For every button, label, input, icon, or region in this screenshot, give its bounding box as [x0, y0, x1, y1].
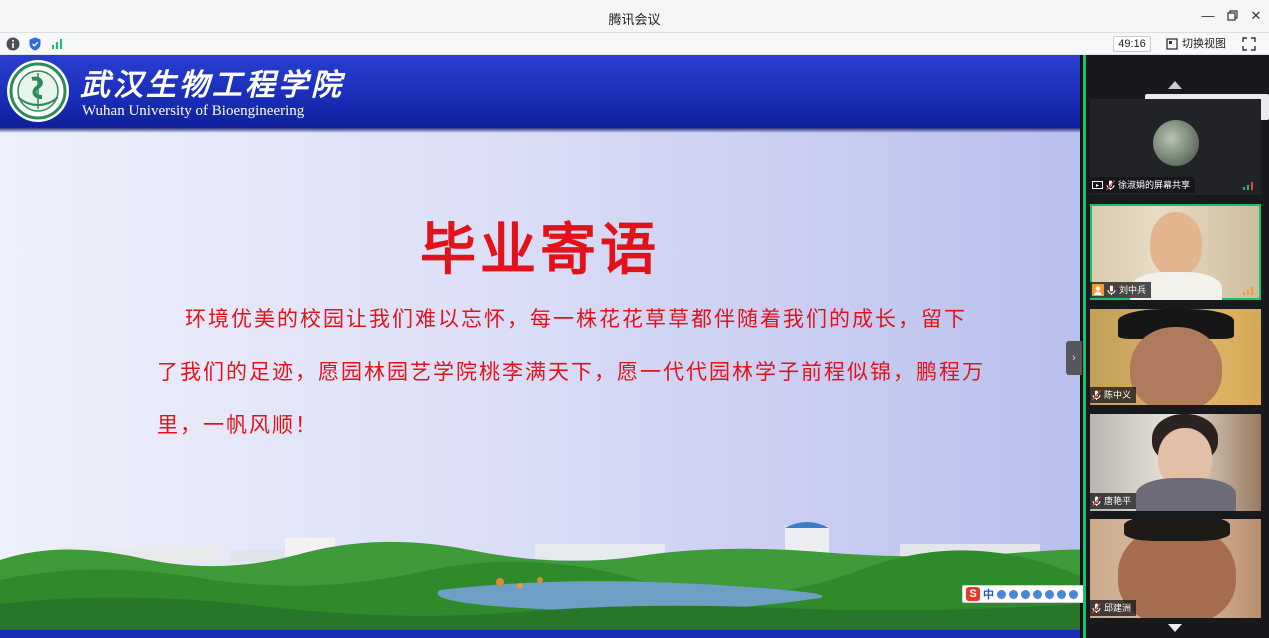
- participant-tile-tang-yanping[interactable]: 唐艳平: [1090, 414, 1261, 511]
- switch-view-label: 切换视图: [1182, 38, 1226, 50]
- sogou-logo-icon: S: [966, 587, 980, 601]
- participant-caption: 刘中兵: [1090, 282, 1152, 298]
- switch-view-button[interactable]: 切换视图: [1166, 36, 1226, 52]
- participant-tile-chen-zhongyi[interactable]: 陈中义: [1090, 309, 1261, 405]
- mic-icon: [1107, 285, 1116, 295]
- participant-tile-liu-zhongbing[interactable]: 刘中兵: [1090, 204, 1261, 300]
- ime-mode-label[interactable]: 中: [983, 586, 994, 602]
- host-avatar-icon: [1092, 284, 1104, 296]
- slide-heading: 毕业寄语: [420, 218, 660, 283]
- active-indicator-bar: [1083, 55, 1086, 638]
- window-title: 腾讯会议: [608, 12, 661, 27]
- punctuation-icon[interactable]: [997, 589, 1006, 599]
- network-signal-icon[interactable]: [49, 36, 65, 52]
- restore-icon: [1226, 10, 1238, 21]
- participant-body: [1136, 478, 1236, 511]
- university-logo-icon: [7, 60, 69, 122]
- participant-hair: [1124, 519, 1230, 541]
- mic-muted-icon: [1092, 389, 1101, 400]
- university-name-cn: 武汉生物工程学院: [80, 68, 344, 103]
- presentation-slide: 武汉生物工程学院 Wuhan University of Bioengineer…: [0, 55, 1080, 638]
- slide-header: 武汉生物工程学院 Wuhan University of Bioengineer…: [0, 55, 1080, 133]
- chevron-right-icon: ›: [1072, 352, 1076, 364]
- info-icon[interactable]: [5, 36, 21, 52]
- close-icon: ✕: [1250, 8, 1262, 23]
- fullscreen-icon[interactable]: [1241, 36, 1257, 52]
- scroll-up-icon[interactable]: [1168, 81, 1182, 89]
- participant-caption: 邱建洲: [1090, 600, 1137, 616]
- voice-icon[interactable]: [1021, 589, 1030, 599]
- switch-view-icon: [1166, 38, 1178, 50]
- participant-face: [1130, 327, 1222, 405]
- collapse-sidebar-button[interactable]: ›: [1066, 341, 1082, 375]
- mic-muted-icon: [1092, 602, 1101, 613]
- skin-icon[interactable]: [1057, 589, 1066, 599]
- participant-tile-qiu-jianzhou[interactable]: 邱建洲: [1090, 519, 1261, 618]
- participant-video: [1150, 212, 1202, 276]
- mic-muted-icon: [1092, 495, 1101, 506]
- signal-bars-icon: [1243, 182, 1253, 190]
- meeting-toolbar: 49:16 切换视图: [0, 33, 1269, 55]
- minimize-icon: —: [1201, 8, 1215, 23]
- slide-body-text: 环境优美的校园让我们难以忘怀，每一株花花草草都伴随着我们的成长，留下了我们的足迹…: [157, 307, 985, 437]
- security-shield-icon[interactable]: [27, 36, 43, 52]
- emoji-icon[interactable]: [1009, 589, 1018, 599]
- participant-name: 邱建洲: [1104, 603, 1132, 613]
- participant-name: 唐艳平: [1104, 496, 1132, 506]
- participant-caption: 陈中义: [1090, 387, 1137, 403]
- title-bar: 腾讯会议 — ✕: [0, 0, 1269, 33]
- minimize-button[interactable]: —: [1197, 6, 1219, 26]
- keyboard-icon[interactable]: [1033, 589, 1042, 599]
- screen-share-icon: [1092, 180, 1103, 189]
- university-name-en: Wuhan University of Bioengineering: [82, 103, 305, 119]
- shared-screen: 武汉生物工程学院 Wuhan University of Bioengineer…: [0, 55, 1102, 638]
- participant-name: 徐淑娟的屏幕共享: [1118, 180, 1191, 190]
- slide-bottom-band: [0, 630, 1080, 638]
- restore-button[interactable]: [1221, 6, 1243, 26]
- menu-icon[interactable]: [1069, 589, 1078, 599]
- meeting-timer: 49:16: [1113, 36, 1151, 52]
- campus-panorama-image: [0, 522, 1080, 638]
- mic-muted-icon: [1106, 179, 1115, 190]
- tools-icon[interactable]: [1045, 589, 1054, 599]
- scroll-down-icon[interactable]: [1168, 624, 1182, 632]
- avatar: [1153, 120, 1199, 166]
- participant-name: 陈中义: [1104, 390, 1132, 400]
- signal-bars-icon: [1243, 287, 1253, 295]
- participant-name: 刘中兵: [1119, 285, 1147, 295]
- participant-caption: 徐淑娟的屏幕共享: [1090, 177, 1196, 193]
- participant-tile-screen-share[interactable]: 徐淑娟的屏幕共享: [1090, 99, 1261, 195]
- ime-toolbar[interactable]: S 中: [962, 585, 1102, 603]
- participant-caption: 唐艳平: [1090, 493, 1137, 509]
- close-button[interactable]: ✕: [1245, 6, 1267, 26]
